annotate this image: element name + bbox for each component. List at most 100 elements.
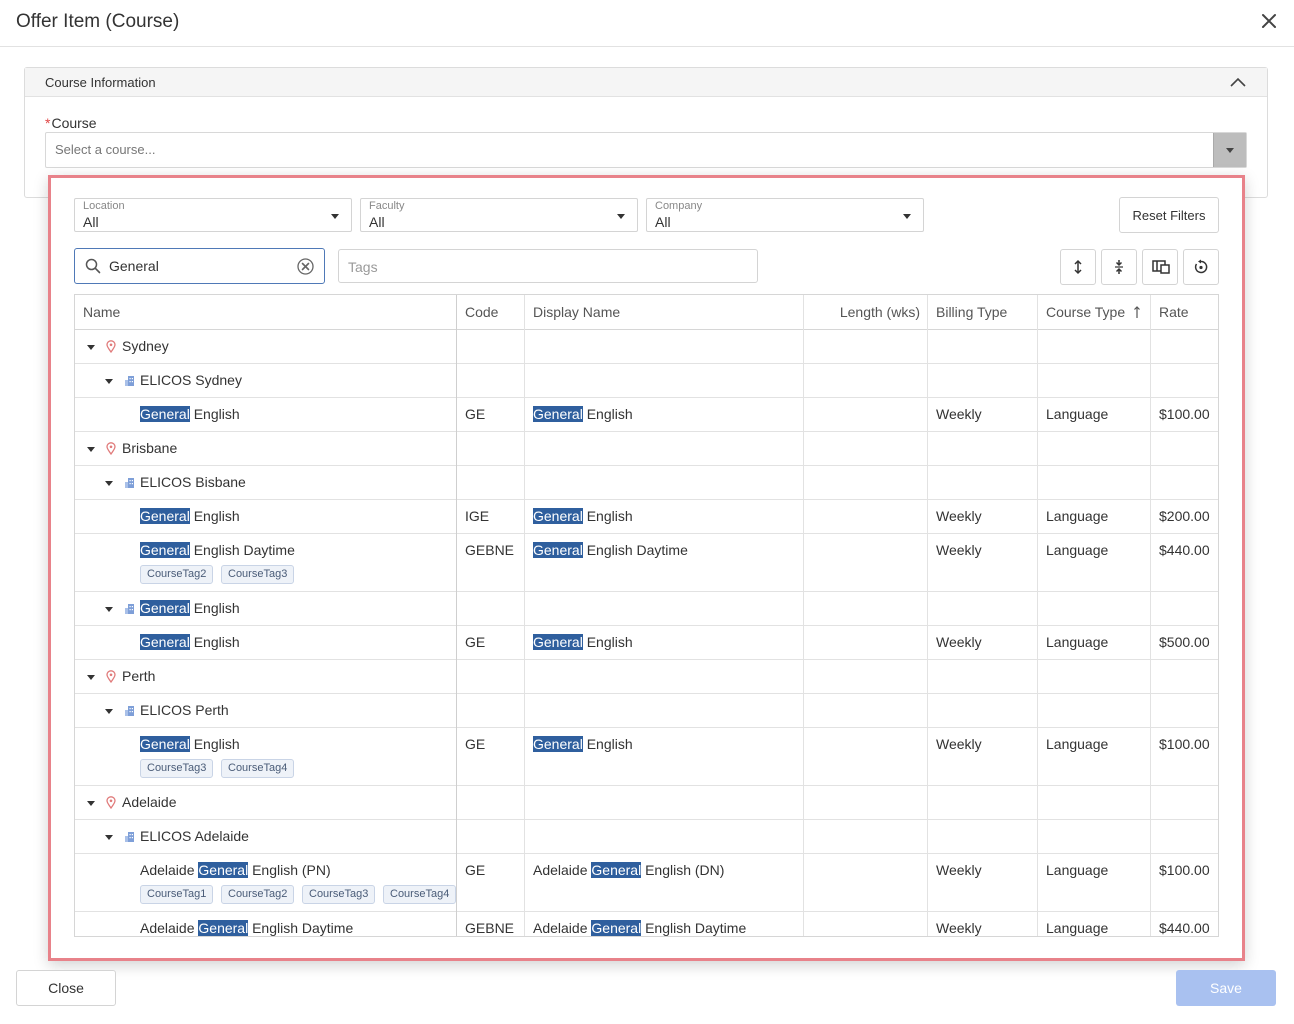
- display-name: Adelaide General English Daytime: [533, 920, 746, 936]
- building-icon: [125, 376, 134, 386]
- course-tag: CourseTag3: [302, 885, 376, 904]
- search-input[interactable]: [109, 257, 289, 275]
- location-pin-icon: [106, 670, 116, 683]
- search-highlight: General: [140, 542, 190, 558]
- column-header-billing-type[interactable]: Billing Type: [928, 295, 1007, 329]
- column-header-display-name[interactable]: Display Name: [525, 295, 620, 329]
- search-highlight: General: [591, 862, 642, 878]
- column-header-name[interactable]: Name: [75, 295, 120, 329]
- chevron-up-icon[interactable]: [1229, 74, 1247, 90]
- search-highlight: General: [533, 736, 583, 752]
- column-header-course-type[interactable]: Course Type: [1038, 295, 1125, 329]
- search-field[interactable]: [74, 248, 325, 284]
- course-select[interactable]: Select a course...: [45, 132, 1247, 168]
- group-row[interactable]: ELICOS Adelaide: [75, 820, 1218, 854]
- course-name: General English: [140, 634, 240, 650]
- reset-layout-button[interactable]: [1183, 249, 1219, 285]
- table-row[interactable]: Adelaide General English (PN) GE Adelaide …: [75, 854, 1218, 912]
- group-name: General English: [140, 600, 240, 616]
- course-tag: CourseTag3: [221, 565, 295, 584]
- search-highlight: General: [140, 634, 190, 650]
- column-header-rate[interactable]: Rate: [1151, 295, 1189, 329]
- dropdown-button[interactable]: [1213, 133, 1246, 167]
- panel-header[interactable]: Course Information: [25, 68, 1267, 97]
- tags-field[interactable]: [338, 249, 758, 283]
- group-row[interactable]: ELICOS Perth: [75, 694, 1218, 728]
- reset-layout-icon: [1194, 259, 1208, 274]
- search-highlight: General: [533, 634, 583, 650]
- table-row[interactable]: General English GE General English Weekly La…: [75, 728, 1218, 786]
- column-chooser-button[interactable]: [1142, 249, 1178, 285]
- dialog-title: Offer Item (Course): [16, 11, 180, 32]
- caret-down-icon: [617, 214, 625, 219]
- course-rate: $500.00: [1159, 634, 1210, 650]
- course-name-prefix: Adelaide: [140, 862, 199, 878]
- location-filter[interactable]: Location All: [74, 198, 352, 232]
- location-group-row[interactable]: Adelaide: [75, 786, 1218, 820]
- group-name: ELICOS Sydney: [140, 372, 242, 388]
- expand-all-button[interactable]: [1060, 249, 1096, 285]
- column-divider: [1150, 295, 1151, 936]
- course-tag: CourseTag2: [140, 565, 214, 584]
- table-row[interactable]: General English Daytime GEBNE General Engl…: [75, 534, 1218, 592]
- expand-toggle-icon[interactable]: [105, 481, 113, 486]
- close-icon[interactable]: [1258, 10, 1280, 32]
- display-name-suffix: English: [582, 406, 633, 422]
- course-name: Adelaide General English Daytime: [140, 920, 353, 936]
- display-name-suffix: English: [582, 508, 633, 524]
- company-filter-label: Company: [655, 200, 703, 212]
- location-group-row[interactable]: Brisbane: [75, 432, 1218, 466]
- column-header-code[interactable]: Code: [457, 295, 498, 329]
- group-row[interactable]: ELICOS Bisbane: [75, 466, 1218, 500]
- group-row[interactable]: General English: [75, 592, 1218, 626]
- table-row[interactable]: General English IGE General English Weekly L…: [75, 500, 1218, 534]
- close-button[interactable]: Close: [16, 970, 116, 1006]
- search-highlight: General: [533, 406, 583, 422]
- table-row[interactable]: Adelaide General English Daytime GEBNE Ade…: [75, 912, 1218, 936]
- billing-type: Weekly: [936, 542, 982, 558]
- expand-toggle-icon[interactable]: [87, 345, 95, 350]
- course-tag: CourseTag4: [383, 885, 457, 904]
- table-row[interactable]: General English GE General English Weekly La…: [75, 398, 1218, 432]
- location-name: Sydney: [122, 338, 169, 354]
- display-name: General English: [533, 406, 633, 422]
- reset-filters-button[interactable]: Reset Filters: [1119, 197, 1219, 233]
- course-name-suffix: English: [189, 406, 240, 422]
- column-divider: [927, 295, 928, 936]
- expand-toggle-icon[interactable]: [105, 835, 113, 840]
- building-icon: [125, 478, 134, 488]
- dialog-header: Offer Item (Course): [0, 0, 1294, 47]
- search-highlight: General: [533, 542, 583, 558]
- course-code: GEBNE: [465, 920, 515, 936]
- company-filter[interactable]: Company All: [646, 198, 924, 232]
- expand-toggle-icon[interactable]: [105, 607, 113, 612]
- expand-toggle-icon[interactable]: [105, 379, 113, 384]
- expand-toggle-icon[interactable]: [87, 801, 95, 806]
- location-group-row[interactable]: Perth: [75, 660, 1218, 694]
- course-type: Language: [1046, 542, 1109, 558]
- expand-toggle-icon[interactable]: [105, 709, 113, 714]
- column-divider: [456, 295, 457, 936]
- course-code: GE: [465, 736, 486, 752]
- location-group-row[interactable]: Sydney: [75, 330, 1218, 364]
- display-name-suffix: English (DN): [641, 862, 725, 878]
- group-row[interactable]: ELICOS Sydney: [75, 364, 1218, 398]
- expand-toggle-icon[interactable]: [87, 675, 95, 680]
- column-divider: [803, 295, 804, 936]
- course-rate: $200.00: [1159, 508, 1210, 524]
- table-row[interactable]: General English GE General English Weekly La…: [75, 626, 1218, 660]
- course-name: Adelaide General English (PN): [140, 862, 331, 878]
- expand-toggle-icon[interactable]: [87, 447, 95, 452]
- course-label-text: Course: [51, 115, 97, 131]
- faculty-filter[interactable]: Faculty All: [360, 198, 638, 232]
- column-header-length[interactable]: Length (wks): [804, 295, 928, 329]
- billing-type: Weekly: [936, 508, 982, 524]
- save-button[interactable]: Save: [1176, 970, 1276, 1006]
- course-type: Language: [1046, 862, 1109, 878]
- course-name: General English: [140, 406, 240, 422]
- collapse-all-button[interactable]: [1101, 249, 1137, 285]
- tags-input[interactable]: [348, 258, 728, 276]
- search-highlight: General: [140, 736, 190, 752]
- clear-search-icon[interactable]: [297, 258, 314, 275]
- billing-type: Weekly: [936, 736, 982, 752]
